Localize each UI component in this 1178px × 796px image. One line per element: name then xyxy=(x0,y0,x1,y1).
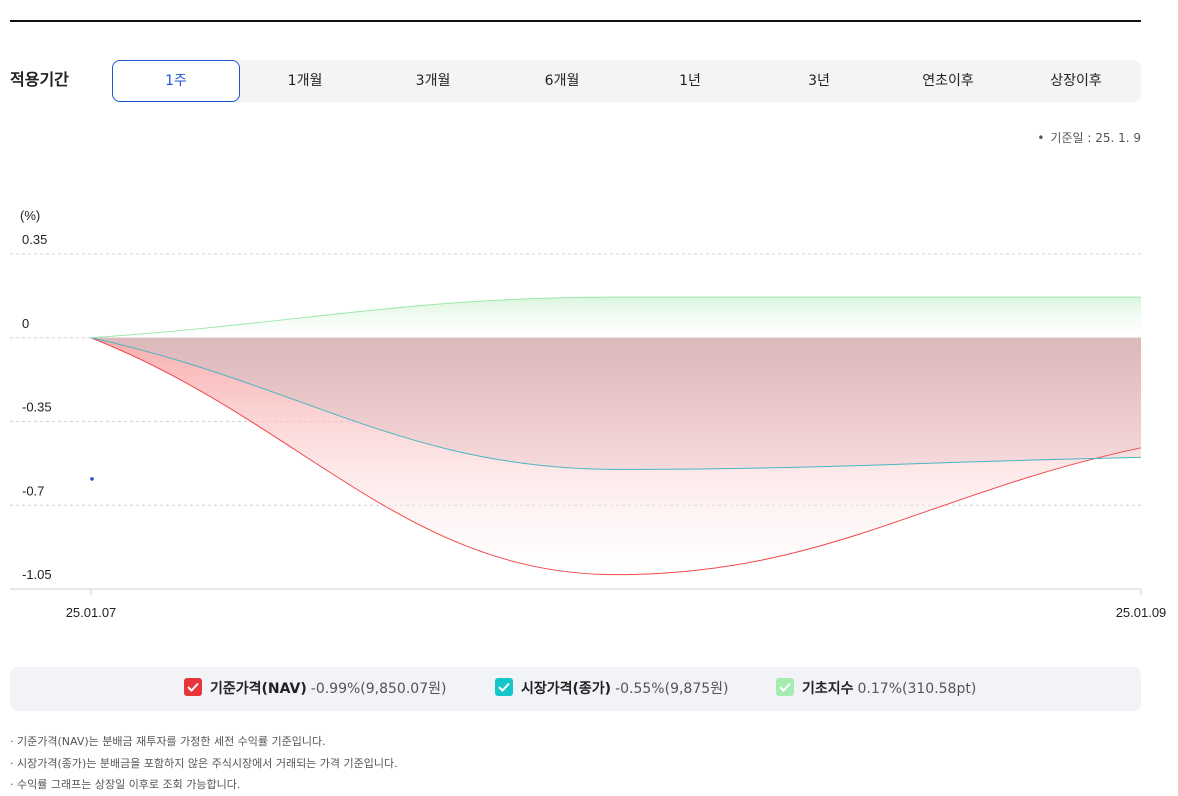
legend-value: 0.17%(310.58pt) xyxy=(857,681,977,697)
legend-item-market[interactable]: 시장가격(종가) -0.55%(9,875원) xyxy=(495,678,729,699)
reference-date-text: 기준일 : 25. 1. 9 xyxy=(1050,131,1141,145)
y-tick-label: -1.05 xyxy=(22,567,52,582)
note-text: 기준가격(NAV)는 분배금 재투자를 가정한 세전 수익률 기준입니다. xyxy=(17,735,326,748)
note-item: · 시장가격(종가)는 분배금을 포함하지 않은 주식시장에서 거래되는 가격 … xyxy=(10,756,398,770)
tab-1-month[interactable]: 1개월 xyxy=(241,60,369,102)
checkbox-icon[interactable] xyxy=(184,678,202,696)
tab-1-year[interactable]: 1년 xyxy=(626,60,754,102)
tab-since-listing[interactable]: 상장이후 xyxy=(1012,60,1140,102)
y-tick-label: 0.35 xyxy=(22,232,47,247)
reference-date: • 기준일 : 25. 1. 9 xyxy=(1037,129,1141,146)
series-area-2 xyxy=(91,297,1141,338)
tab-3-month[interactable]: 3개월 xyxy=(369,60,497,102)
bullet-icon: • xyxy=(1037,131,1045,145)
top-divider xyxy=(10,20,1141,22)
period-tab-bar: 1주 1개월 3개월 6개월 1년 3년 연초이후 상장이후 xyxy=(112,60,1141,102)
tab-1-week[interactable]: 1주 xyxy=(112,60,240,102)
note-text: 수익률 그래프는 상장일 이후로 조회 가능합니다. xyxy=(17,778,241,791)
area-layer xyxy=(91,297,1141,575)
notes: · 기준가격(NAV)는 분배금 재투자를 가정한 세전 수익률 기준입니다. … xyxy=(10,731,398,796)
legend-value: -0.55%(9,875원) xyxy=(615,681,729,697)
tab-year-to-date[interactable]: 연초이후 xyxy=(884,60,1012,102)
x-tick-label: 25.01.09 xyxy=(1116,605,1167,620)
legend-name: 시장가격(종가) xyxy=(521,681,612,697)
period-label: 적용기간 xyxy=(10,70,69,89)
y-tick-label: -0.7 xyxy=(22,483,44,498)
legend-value: -0.99%(9,850.07원) xyxy=(310,681,447,697)
legend-item-index[interactable]: 기초지수 0.17%(310.58pt) xyxy=(776,678,977,699)
legend: 기준가격(NAV) -0.99%(9,850.07원) 시장가격(종가) -0.55… xyxy=(10,667,1141,711)
checkbox-icon[interactable] xyxy=(776,678,794,696)
legend-name: 기초지수 xyxy=(802,681,854,697)
x-tick-label: 25.01.07 xyxy=(66,605,117,620)
checkbox-icon[interactable] xyxy=(495,678,513,696)
note-item: · 기준가격(NAV)는 분배금 재투자를 가정한 세전 수익률 기준입니다. xyxy=(10,735,326,748)
tab-6-month[interactable]: 6개월 xyxy=(498,60,626,102)
note-item: · 수익률 그래프는 상장일 이후로 조회 가능합니다. xyxy=(10,778,241,791)
legend-item-nav[interactable]: 기준가격(NAV) -0.99%(9,850.07원) xyxy=(184,678,447,699)
legend-name: 기준가격(NAV) xyxy=(210,681,307,697)
y-tick-label: 0 xyxy=(22,316,29,331)
y-tick-label: -0.35 xyxy=(22,400,52,415)
return-chart: (%) 0.35 0 -0.35 -0.7 -1.05 25.01.07 25.01.09 xyxy=(10,208,1167,620)
y-unit-label: (%) xyxy=(20,208,40,223)
note-text: 시장가격(종가)는 분배금을 포함하지 않은 주식시장에서 거래되는 가격 기준… xyxy=(17,756,398,770)
marker-point xyxy=(90,477,94,481)
tab-3-year[interactable]: 3년 xyxy=(755,60,883,102)
